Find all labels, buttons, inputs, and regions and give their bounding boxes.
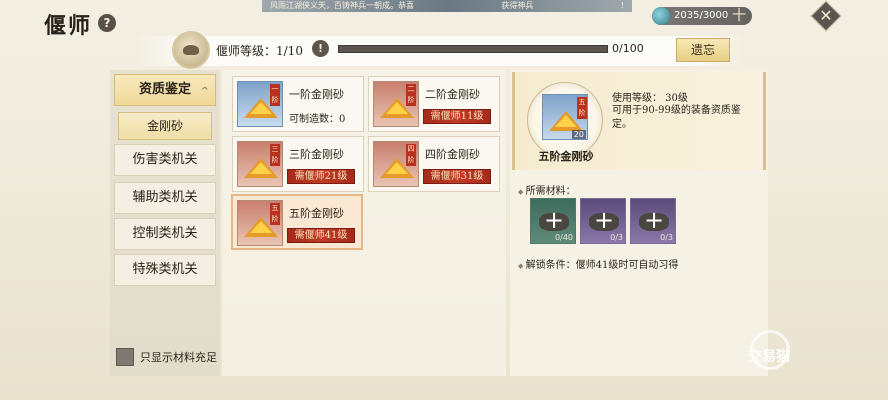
emery-icon: 四阶 bbox=[373, 141, 419, 187]
currency-display[interactable]: 2035/3000 十 bbox=[652, 7, 752, 25]
item-name: 四阶金刚砂 bbox=[425, 148, 480, 161]
subcategory-emery[interactable]: 金刚砂 bbox=[118, 112, 212, 140]
category-control-mechanism[interactable]: 控制类机关 bbox=[114, 218, 216, 250]
recipe-card-tier5[interactable]: 五阶 五阶金刚砂 需偃师41级 bbox=[231, 194, 363, 250]
category-aptitude-appraisal[interactable]: 资质鉴定 bbox=[114, 74, 216, 107]
use-level: 使用等级： 30级 bbox=[612, 93, 688, 104]
filter-label: 只显示材料充足 bbox=[140, 351, 217, 364]
add-icon: + bbox=[643, 206, 665, 234]
emery-pile-highlight bbox=[250, 102, 272, 114]
announcement-tail: ! bbox=[620, 1, 624, 10]
emery-pile-highlight bbox=[250, 221, 272, 233]
level-requirement-badge: 需偃师21级 bbox=[287, 169, 355, 184]
help-icon[interactable]: ? bbox=[98, 14, 116, 32]
emery-icon: 二阶 bbox=[373, 81, 419, 127]
announcement-text: 风雨江湖侠义天，百铸神兵一朝成。恭喜 bbox=[270, 1, 414, 10]
item-name: 五阶金刚砂 bbox=[289, 207, 344, 220]
material-slot-1[interactable]: + 0/40 bbox=[530, 198, 576, 244]
add-currency-icon[interactable]: 十 bbox=[732, 7, 746, 25]
forget-button[interactable]: 遗忘 bbox=[676, 38, 730, 62]
recipe-card-tier4[interactable]: 四阶 四阶金刚砂 需偃师31级 bbox=[368, 136, 500, 192]
selected-item-name: 五阶金刚砂 bbox=[538, 150, 594, 163]
experience-progress-text: 0/100 bbox=[612, 42, 644, 55]
unlock-condition: 解锁条件：偃师41级时可自动习得 bbox=[518, 256, 679, 271]
category-damage-mechanism[interactable]: 伤害类机关 bbox=[114, 144, 216, 176]
tier-tag: 二阶 bbox=[406, 84, 416, 106]
recipe-card-tier2[interactable]: 二阶 二阶金刚砂 需偃师11级 bbox=[368, 76, 500, 132]
tier-tag: 五阶 bbox=[577, 97, 587, 119]
recipe-card-tier1[interactable]: 一阶 一阶金刚砂 可制造数：0 bbox=[232, 76, 364, 132]
craftsman-level-label: 偃师等级：1/10 bbox=[216, 44, 303, 58]
emery-icon: 五阶 bbox=[237, 200, 283, 246]
announcement-text-right: 获得神兵 bbox=[501, 1, 534, 10]
watermark-text: 交易猫 bbox=[748, 349, 790, 365]
announcement-banner: 风雨江湖侠义天，百铸神兵一朝成。恭喜 获得神兵 ! bbox=[262, 0, 632, 12]
add-icon: + bbox=[593, 206, 615, 234]
emery-icon: 三阶 bbox=[237, 141, 283, 187]
item-name: 二阶金刚砂 bbox=[425, 88, 480, 101]
gem-icon bbox=[652, 7, 670, 25]
emery-icon: 一阶 bbox=[237, 81, 283, 127]
emery-pile-highlight bbox=[250, 162, 272, 174]
item-count: 20 bbox=[571, 130, 586, 139]
filter-enough-materials[interactable]: 只显示材料充足 bbox=[116, 348, 217, 366]
item-name: 三阶金刚砂 bbox=[289, 148, 344, 161]
add-icon: + bbox=[543, 206, 565, 234]
item-name: 一阶金刚砂 bbox=[289, 88, 344, 101]
filter-checkbox[interactable] bbox=[116, 348, 134, 366]
tier-tag: 三阶 bbox=[270, 144, 280, 166]
materials-title: 所需材料： bbox=[518, 182, 576, 197]
level-requirement-badge: 需偃师41级 bbox=[287, 228, 355, 243]
tier-tag: 一阶 bbox=[270, 84, 280, 106]
close-icon: ✕ bbox=[819, 6, 833, 25]
currency-value: 2035/3000 bbox=[674, 10, 729, 21]
material-count: 0/40 bbox=[555, 233, 573, 242]
tier-tag: 四阶 bbox=[406, 144, 416, 166]
level-requirement-badge: 需偃师31级 bbox=[423, 169, 491, 184]
recipe-card-tier3[interactable]: 三阶 三阶金刚砂 需偃师21级 bbox=[232, 136, 364, 192]
emery-pile-highlight bbox=[386, 162, 408, 174]
close-button[interactable]: ✕ bbox=[810, 0, 842, 32]
material-slot-3[interactable]: + 0/3 bbox=[630, 198, 676, 244]
material-slot-2[interactable]: + 0/3 bbox=[580, 198, 626, 244]
category-support-mechanism[interactable]: 辅助类机关 bbox=[114, 182, 216, 214]
item-description: 可用于90-99级的装备资质鉴定。 bbox=[612, 105, 741, 130]
material-count: 0/3 bbox=[660, 233, 673, 242]
category-special-mechanism[interactable]: 特殊类机关 bbox=[114, 254, 216, 286]
experience-progress-bar bbox=[338, 45, 608, 53]
page-title: 偃师 bbox=[44, 13, 93, 39]
emery-pile-highlight bbox=[555, 115, 577, 127]
info-icon[interactable]: ! bbox=[312, 40, 329, 57]
tier-tag: 五阶 bbox=[270, 203, 280, 225]
emery-pile-highlight bbox=[386, 102, 408, 114]
level-requirement-badge: 需偃师11级 bbox=[423, 109, 491, 124]
material-count: 0/3 bbox=[610, 233, 623, 242]
craftable-count: 可制造数：0 bbox=[289, 114, 346, 125]
selected-item-icon[interactable]: 五阶 20 bbox=[542, 94, 588, 140]
category-panel: 资质鉴定 金刚砂 伤害类机关 辅助类机关 控制类机关 特殊类机关 bbox=[110, 70, 220, 376]
craftsman-emblem-icon bbox=[172, 31, 210, 69]
